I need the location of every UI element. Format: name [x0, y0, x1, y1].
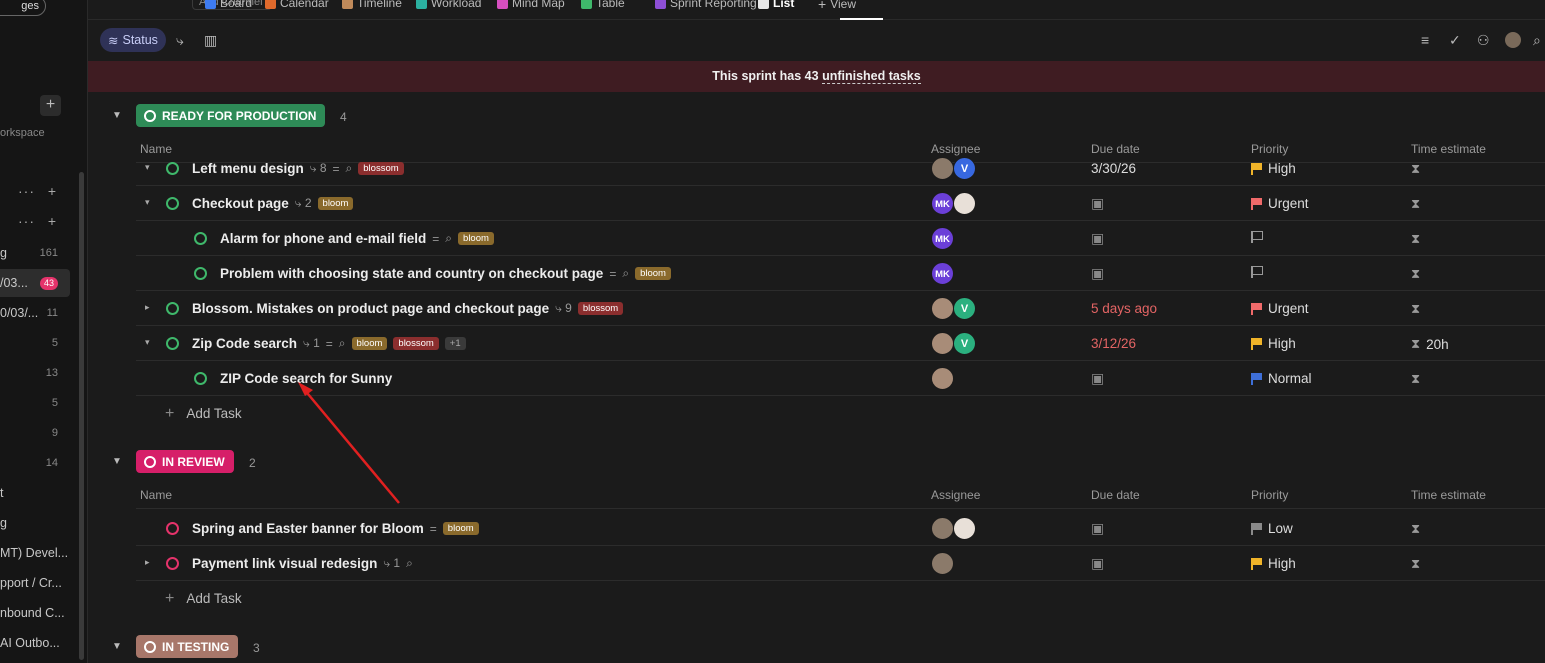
- annotation-arrow: [298, 382, 400, 504]
